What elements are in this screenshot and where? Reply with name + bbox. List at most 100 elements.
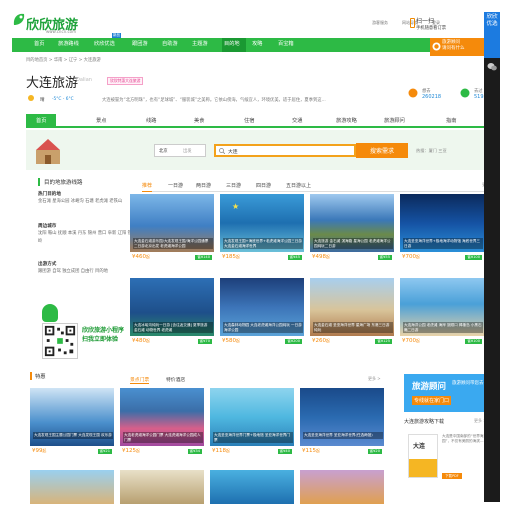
guide-book-cover [409, 459, 437, 477]
departure-hint: 出发 [182, 149, 192, 154]
stat-want[interactable]: 想去 260218 [422, 88, 441, 100]
route-card[interactable]: 大连金石滩 圣亚海洋世界 星海广场 东港三日游 纯玩 ¥260起 省¥125 [310, 278, 394, 348]
ticket-card-save: 省¥21 [97, 449, 112, 454]
service-link[interactable]: 游客服务 [372, 20, 388, 26]
mini-program-line2: 扫我立即体验 [82, 336, 119, 343]
city-tabs: 首页 景点 线路 美食 住宿 交通 旅游攻略 旅游顾问 指南 [26, 114, 496, 128]
consult-button[interactable]: 旅游顾问 请问有什么 [430, 38, 486, 56]
weather-sun-icon [28, 95, 34, 101]
ticket-card-save: 省¥34 [187, 449, 202, 454]
subtab-4day[interactable]: 四日游 [256, 182, 271, 189]
sidebar-hot-links[interactable]: 金石滩 星海公园 冰峪沟 石塘 老虎滩 老铁山 [38, 198, 132, 206]
sidebar-mode-links[interactable]: 跟团游 自驾 独立成团 自由行 目的地 [38, 268, 132, 276]
nav-routes[interactable]: 旅游路线 [58, 40, 79, 47]
route-card-price: ¥700起 [402, 254, 420, 260]
nav-group-tour[interactable]: 跟团游 [132, 40, 148, 47]
mini-program-text: 欣欣旅游小程序 扫我立即体验 [82, 326, 124, 344]
special-tab-tickets[interactable]: 景点门票 [130, 376, 150, 384]
sidebar-title: 目的地旅游线路 [38, 178, 138, 186]
route-card-save: 省¥100 [465, 339, 482, 344]
route-card-save: 省¥100 [465, 255, 482, 260]
ticket-card-price: ¥115起 [302, 448, 320, 454]
route-card-save: 省¥55 [377, 255, 392, 260]
route-card-save: 省¥70 [197, 339, 212, 344]
tab-home[interactable]: 首页 [26, 114, 57, 128]
route-card[interactable]: 大连金石滩游乐园/大连发现王国/海洋公园通票 二日游北京出发 老虎滩海洋公园 ¥… [130, 194, 214, 264]
guide-download-button[interactable]: 下载PDF [442, 473, 462, 479]
ticket-card[interactable]: 大连老虎滩海洋公园门票 大连虎滩海洋公园成人门票 ¥125起 省¥34 [120, 388, 204, 458]
city-title: 大连旅游 [26, 76, 79, 91]
tab-transport[interactable]: 交通 [292, 117, 302, 124]
guide-title: 大连旅游攻略下载 [404, 419, 445, 425]
mobile-box[interactable]: 扫一扫 手机随意看订票 [410, 16, 456, 32]
route-card-caption: 大连森林动物园 大连老虎滩海洋公园纯玩 一日游 海洋公园 [223, 322, 303, 334]
sidebar-nearby-links[interactable]: 沈阳 鞍山 抚顺 本溪 丹东 锦州 营口 阜新 辽阳 铁岭 [38, 230, 132, 245]
new-badge: 新品 [112, 33, 121, 38]
wechat-icon[interactable] [487, 62, 497, 71]
more-ticket-image[interactable] [120, 470, 204, 504]
ticket-card-caption: 大连发现王国主题公园门票 大连发现王国 欢乐游 [33, 432, 113, 439]
tab-strategy[interactable]: 旅游攻略 [336, 117, 357, 124]
nav-home[interactable]: 首页 [34, 40, 44, 47]
consultant-banner[interactable]: 旅游顾问 旅游顾问带您去 专线就在家门口 [404, 374, 494, 412]
subtab-1day[interactable]: 一日游 [168, 182, 183, 189]
nav-guides[interactable]: 攻略 [252, 40, 262, 47]
special-more[interactable]: 更多 > [368, 376, 381, 382]
route-card-caption: 大连冰峪沟纯玩一日游 [含往返交通] 夏季旅游 金石滩 动物世界 老虎滩 [133, 322, 213, 334]
nav-treasure[interactable]: 百宝箱 [278, 40, 294, 47]
page-frame: 欣欣旅游 www.cncn.com 游客服务 网站导航 登录 扫一扫 手机随意看… [12, 8, 500, 504]
mobile-sub: 手机随意看订票 [416, 26, 447, 31]
ticket-card[interactable]: 大连圣亚海洋世界门票+极地馆 圣亚海洋世界门票 ¥118起 省¥40 [210, 388, 294, 458]
city-tag[interactable]: 欣欣特惠大连旅游 [107, 77, 144, 85]
special-tab-hotels[interactable]: 特价酒店 [166, 376, 185, 383]
route-card-save: 省¥125 [375, 339, 392, 344]
nav-self-tour[interactable]: 自助游 [162, 40, 178, 47]
subtab-5day[interactable]: 五日游以上 [286, 182, 311, 189]
more-ticket-image[interactable] [30, 470, 114, 504]
ticket-card-price: ¥118起 [212, 448, 230, 454]
route-card-price: ¥580起 [222, 338, 240, 344]
subtab-recommend[interactable]: 推荐 [142, 182, 153, 192]
route-card[interactable]: ★ 大连发现王国+海底世界+老虎滩海洋公园三日游 大连金石滩海洋世界 ¥185起… [220, 194, 304, 264]
right-featured-button[interactable]: 欣欣优选 [484, 12, 500, 58]
tab-routes[interactable]: 线路 [146, 117, 156, 124]
route-card[interactable]: 大连冰峪沟纯玩一日游 [含往返交通] 夏季旅游 金石滩 动物世界 老虎滩 ¥48… [130, 278, 214, 348]
route-card-caption: 大连圣亚海洋世界+极地海洋动物馆 海底世界三日游 [403, 238, 483, 250]
route-card[interactable]: 大连圣亚海洋世界+极地海洋动物馆 海底世界三日游 ¥700起 省¥100 [400, 194, 484, 264]
search-button[interactable]: 搜索需求 [356, 143, 408, 158]
subtab-2day[interactable]: 两日游 [196, 182, 211, 189]
hot-search[interactable]: 热搜：厦门 三亚 [416, 148, 447, 154]
more-ticket-image[interactable] [300, 470, 384, 504]
more-ticket-image[interactable] [210, 470, 294, 504]
tab-food[interactable]: 美食 [194, 117, 204, 124]
banner-line3: 专线就在家门口 [412, 396, 452, 405]
route-card-caption: 大连海洋公园 老虎滩 海岸 旅顺口 棒棰岛 小黑石礁二日游 [403, 322, 483, 334]
ticket-card-price: ¥125起 [122, 448, 140, 454]
route-card[interactable]: 大连旅游 金石滩 滨海路 星海公园 老虎滩海洋公园纯玩二日游 ¥498起 省¥5… [310, 194, 394, 264]
qr-code-icon[interactable] [42, 323, 78, 359]
mascot-icon [42, 304, 58, 322]
route-card-price: ¥185起 [222, 254, 240, 260]
destination-search-input[interactable]: 大连 [214, 144, 356, 157]
tab-guide[interactable]: 指南 [446, 117, 456, 124]
tab-sights[interactable]: 景点 [96, 117, 106, 124]
ticket-card[interactable]: 大连发现王国主题公园门票 大连发现王国 欢乐游 ¥99起 省¥21 [30, 388, 114, 458]
subtab-3day[interactable]: 三日游 [226, 182, 241, 189]
tab-hotel[interactable]: 住宿 [244, 117, 254, 124]
nav-featured[interactable]: 欣欣优选 [94, 40, 115, 47]
guide-book[interactable]: 大连 [408, 434, 438, 478]
landmark-illustration-icon [36, 139, 60, 164]
route-card-caption: 大连旅游 金石滩 滨海路 星海公园 老虎滩海洋公园纯玩二日游 [313, 238, 393, 250]
tab-consultant[interactable]: 旅游顾问 [384, 117, 405, 124]
route-card[interactable]: 大连森林动物园 大连老虎滩海洋公园纯玩 一日游 海洋公园 ¥580起 省¥200 [220, 278, 304, 348]
route-card-price: ¥480起 [132, 338, 150, 344]
top-header: 欣欣旅游 www.cncn.com 游客服务 网站导航 登录 扫一扫 手机随意看… [12, 8, 500, 38]
breadcrumb[interactable]: 目的地首页 > 华南 > 辽宁 > 大连旅游 [26, 57, 101, 63]
route-card[interactable]: 大连海洋公园 老虎滩 海岸 旅顺口 棒棰岛 小黑石礁二日游 ¥700起 省¥10… [400, 278, 484, 348]
ticket-card[interactable]: 大连圣亚海洋世界 圣亚海洋世界(任选两馆) ¥115起 省¥20 [300, 388, 384, 458]
departure-select[interactable]: 北京 出发 [154, 144, 206, 157]
nav-destination[interactable]: 目的地 [224, 40, 240, 47]
been-there-icon [460, 88, 470, 98]
nav-theme-tour[interactable]: 主题游 [192, 40, 208, 47]
route-card-caption: 大连金石滩 圣亚海洋世界 星海广场 东港三日游 纯玩 [313, 322, 393, 334]
